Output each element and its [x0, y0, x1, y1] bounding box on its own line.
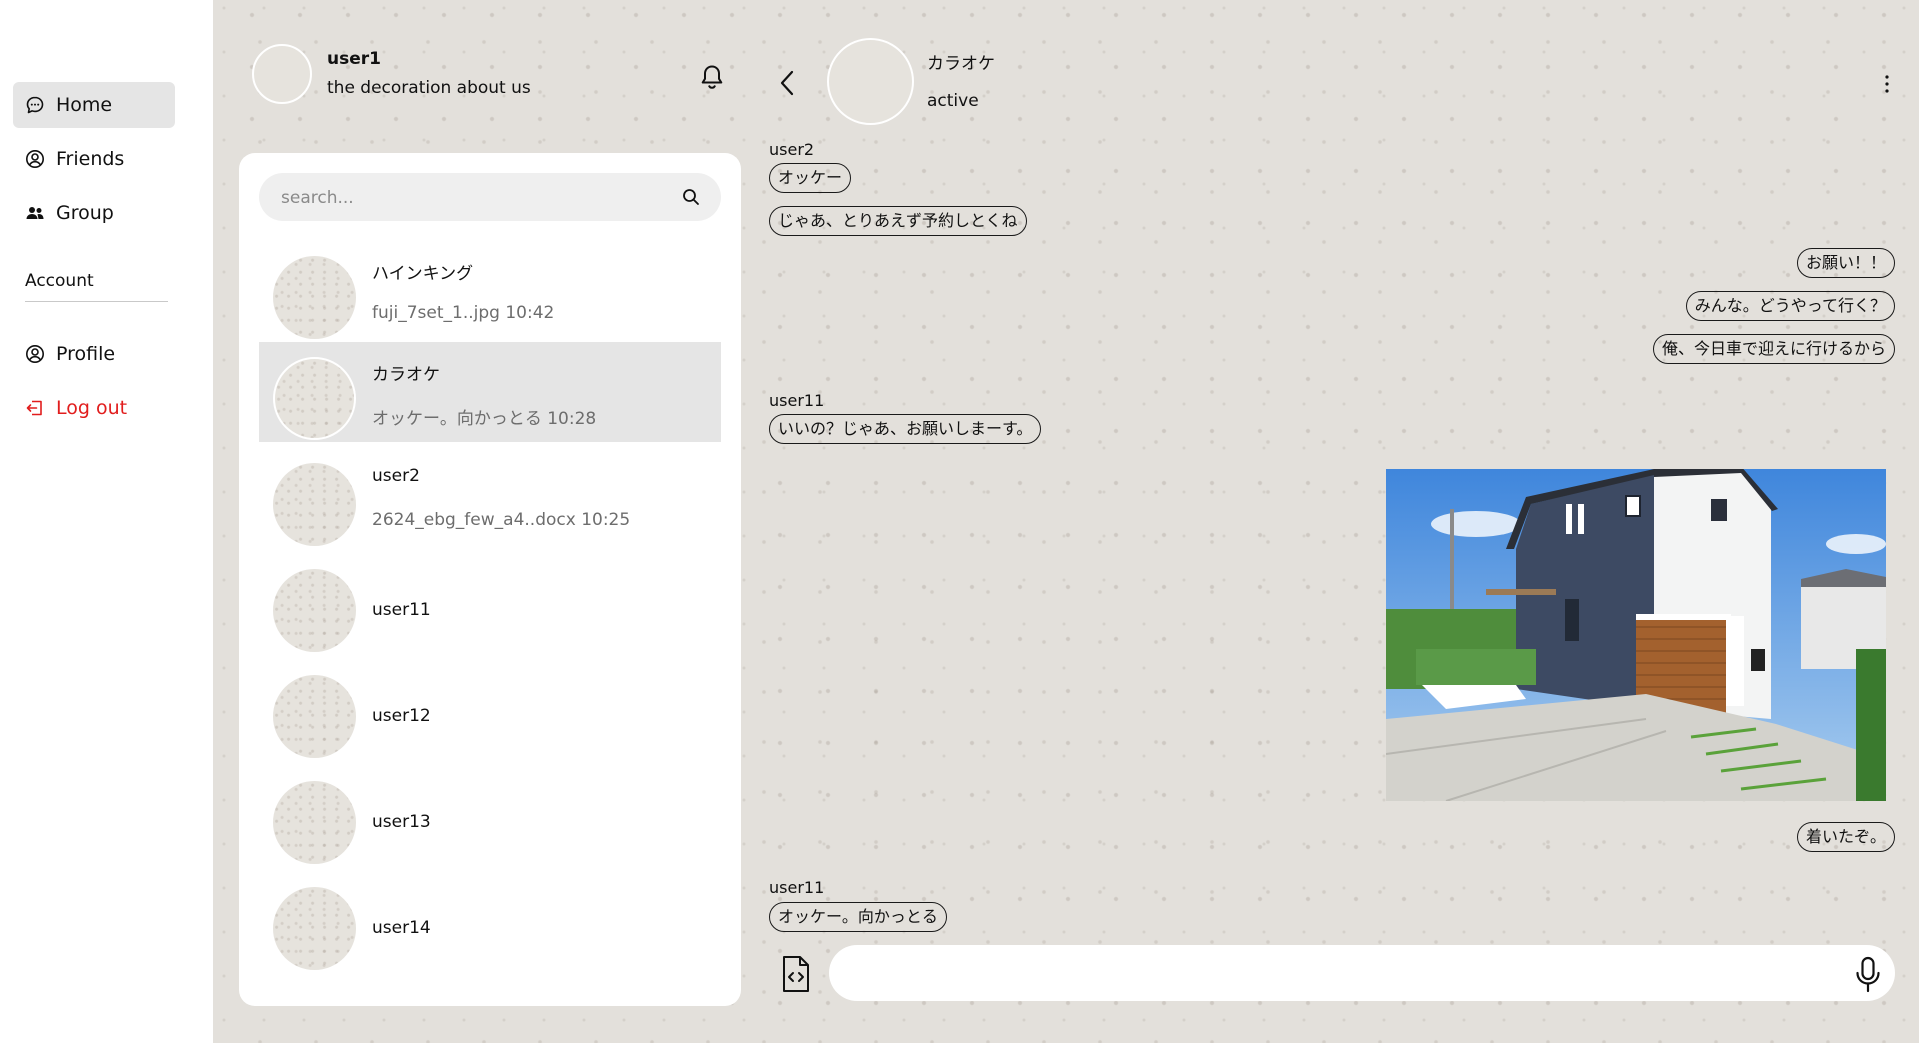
message-sender: user11: [769, 391, 825, 410]
user-circle-icon: [24, 148, 46, 170]
message-bubble-own: 着いたぞ。: [1796, 822, 1895, 852]
chat-bubble-icon: [24, 94, 46, 116]
my-avatar[interactable]: [252, 44, 312, 104]
nav-profile[interactable]: Profile: [13, 331, 175, 377]
contacts-panel: ハインキング fuji_7set_1..jpg 10:42 カラオケ オッケー。…: [239, 153, 741, 1006]
contact-item[interactable]: user2 2624_ebg_few_a4..docx 10:25: [259, 448, 721, 548]
contact-last-message: 2624_ebg_few_a4..docx 10:25: [372, 510, 631, 530]
sidebar-nav: Home Friends Group Account Profile Log o…: [0, 0, 213, 1043]
nav-profile-label: Profile: [56, 343, 116, 365]
contact-item[interactable]: user12: [259, 660, 721, 760]
my-status-message: the decoration about us: [327, 78, 531, 98]
contact-last-message: オッケー。向かっとる 10:28: [372, 409, 597, 429]
contact-item[interactable]: user14: [259, 872, 721, 972]
message-bubble: オッケー。向かっとる: [769, 902, 947, 932]
avatar: [273, 256, 356, 339]
nav-friends-label: Friends: [56, 148, 125, 170]
message-sender: user2: [769, 140, 815, 159]
contact-name: user11: [372, 600, 431, 620]
contact-last-message: fuji_7set_1..jpg 10:42: [372, 303, 555, 323]
avatar: [273, 357, 356, 440]
back-arrow-icon[interactable]: [776, 68, 798, 98]
shared-photo[interactable]: [1386, 469, 1886, 801]
avatar: [273, 781, 356, 864]
nav-home[interactable]: Home: [13, 82, 175, 128]
more-options-icon[interactable]: [1880, 72, 1894, 96]
contact-name: user2: [372, 466, 420, 486]
chat-title: カラオケ: [927, 54, 995, 74]
contact-name: user14: [372, 918, 431, 938]
avatar: [273, 463, 356, 546]
logout-label: Log out: [56, 397, 128, 419]
message-bubble: じゃあ、とりあえず予約しとくね: [769, 206, 1027, 236]
avatar: [273, 675, 356, 758]
message-bubble: オッケー: [769, 163, 852, 193]
message-bubble-own: お願い！！: [1796, 248, 1895, 278]
contact-name: ハインキング: [372, 264, 474, 284]
contact-item[interactable]: ハインキング fuji_7set_1..jpg 10:42: [259, 241, 721, 341]
logout-icon: [24, 397, 46, 419]
search-bar: [259, 173, 721, 223]
contact-name: カラオケ: [372, 365, 440, 385]
account-section-label: Account: [25, 271, 94, 291]
contact-item-selected[interactable]: カラオケ オッケー。向かっとる 10:28: [259, 342, 721, 442]
divider: [25, 301, 168, 302]
contact-name: user13: [372, 812, 431, 832]
my-username: user1: [327, 49, 381, 69]
nav-group-label: Group: [56, 202, 114, 224]
avatar: [273, 569, 356, 652]
bell-icon[interactable]: [697, 62, 727, 92]
attach-file-icon[interactable]: [780, 955, 812, 993]
message-input[interactable]: [853, 945, 1837, 1003]
message-bubble: いいの？じゃあ、お願いしまーす。: [769, 414, 1042, 444]
message-bubble-own: みんな。どうやって行く？: [1685, 291, 1895, 321]
nav-friends[interactable]: Friends: [13, 136, 175, 182]
message-bubble-own: 俺、今日車で迎えに行けるから: [1652, 334, 1895, 364]
message-input-field: [829, 945, 1895, 1003]
contact-name: user12: [372, 706, 431, 726]
group-icon: [24, 202, 46, 224]
search-icon[interactable]: [681, 187, 701, 207]
logout-button[interactable]: Log out: [13, 385, 175, 431]
contact-item[interactable]: user13: [259, 766, 721, 866]
message-sender: user11: [769, 878, 825, 897]
avatar: [273, 887, 356, 970]
user-circle-icon: [24, 343, 46, 365]
microphone-icon[interactable]: [1854, 956, 1882, 994]
chat-avatar[interactable]: [827, 38, 914, 125]
chat-status: active: [927, 91, 979, 111]
search-input[interactable]: [279, 173, 663, 223]
contact-item[interactable]: user11: [259, 554, 721, 654]
nav-group[interactable]: Group: [13, 190, 175, 236]
nav-home-label: Home: [56, 94, 113, 116]
